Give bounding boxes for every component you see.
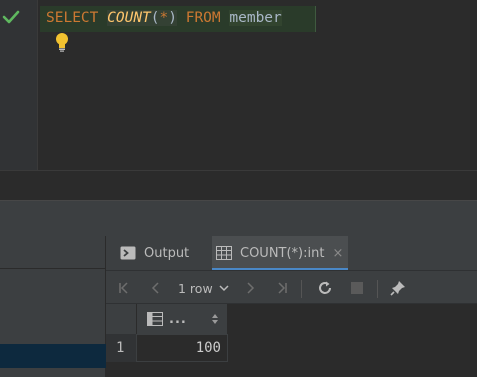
tab-output[interactable]: Output bbox=[120, 236, 189, 270]
toolbar-divider bbox=[377, 280, 378, 298]
toolbar-divider bbox=[301, 280, 302, 298]
tab-output-label: Output bbox=[144, 245, 190, 261]
sql-editor[interactable]: SELECT COUNT(*) FROM member bbox=[0, 0, 477, 170]
table-cell[interactable]: 100 bbox=[136, 334, 228, 362]
results-grid[interactable]: ... 1 100 bbox=[106, 304, 477, 377]
last-page-icon[interactable] bbox=[272, 271, 292, 305]
first-page-icon[interactable] bbox=[114, 271, 134, 305]
divider bbox=[0, 268, 106, 269]
rows-per-page-select[interactable]: 1 row bbox=[178, 271, 229, 305]
next-page-icon[interactable] bbox=[240, 271, 260, 305]
close-paren: ) bbox=[168, 10, 177, 26]
chevron-down-icon bbox=[219, 285, 229, 292]
table-icon bbox=[216, 246, 232, 260]
rows-label: 1 row bbox=[178, 280, 213, 296]
tab-count-result[interactable]: COUNT(*):int × bbox=[212, 236, 348, 270]
sort-icon[interactable] bbox=[211, 313, 219, 325]
open-paren: ( bbox=[150, 10, 160, 26]
selected-tree-row[interactable] bbox=[0, 344, 106, 368]
pin-icon[interactable] bbox=[387, 271, 409, 305]
prev-page-icon[interactable] bbox=[146, 271, 166, 305]
editor-gutter bbox=[0, 0, 38, 170]
panel-header-bar bbox=[0, 200, 477, 236]
row-number: 1 bbox=[106, 334, 136, 362]
stop-icon[interactable] bbox=[346, 271, 368, 305]
star: * bbox=[159, 10, 169, 26]
editor-footer bbox=[0, 170, 477, 200]
refresh-icon[interactable] bbox=[314, 271, 336, 305]
column-header[interactable]: ... bbox=[136, 304, 228, 334]
console-icon bbox=[120, 246, 136, 260]
close-icon[interactable]: × bbox=[332, 246, 343, 261]
results-toolbar: 1 row bbox=[106, 270, 477, 304]
column-header-label: ... bbox=[169, 311, 187, 327]
services-tree-panel[interactable] bbox=[0, 236, 106, 377]
table-name: member bbox=[229, 10, 282, 26]
sql-query-line[interactable]: SELECT COUNT(*) FROM member bbox=[46, 8, 282, 28]
tab-count-label: COUNT(*):int bbox=[240, 245, 325, 261]
lightbulb-icon[interactable] bbox=[54, 32, 70, 52]
function-count: COUNT bbox=[107, 10, 151, 26]
keyword-select: SELECT bbox=[46, 10, 99, 26]
keyword-from: FROM bbox=[185, 10, 221, 26]
table-icon bbox=[147, 312, 163, 326]
check-icon bbox=[2, 10, 20, 24]
results-panel: Output COUNT(*):int × 1 row ... 1 100 bbox=[106, 236, 477, 377]
grid-header-gutter bbox=[106, 304, 136, 334]
